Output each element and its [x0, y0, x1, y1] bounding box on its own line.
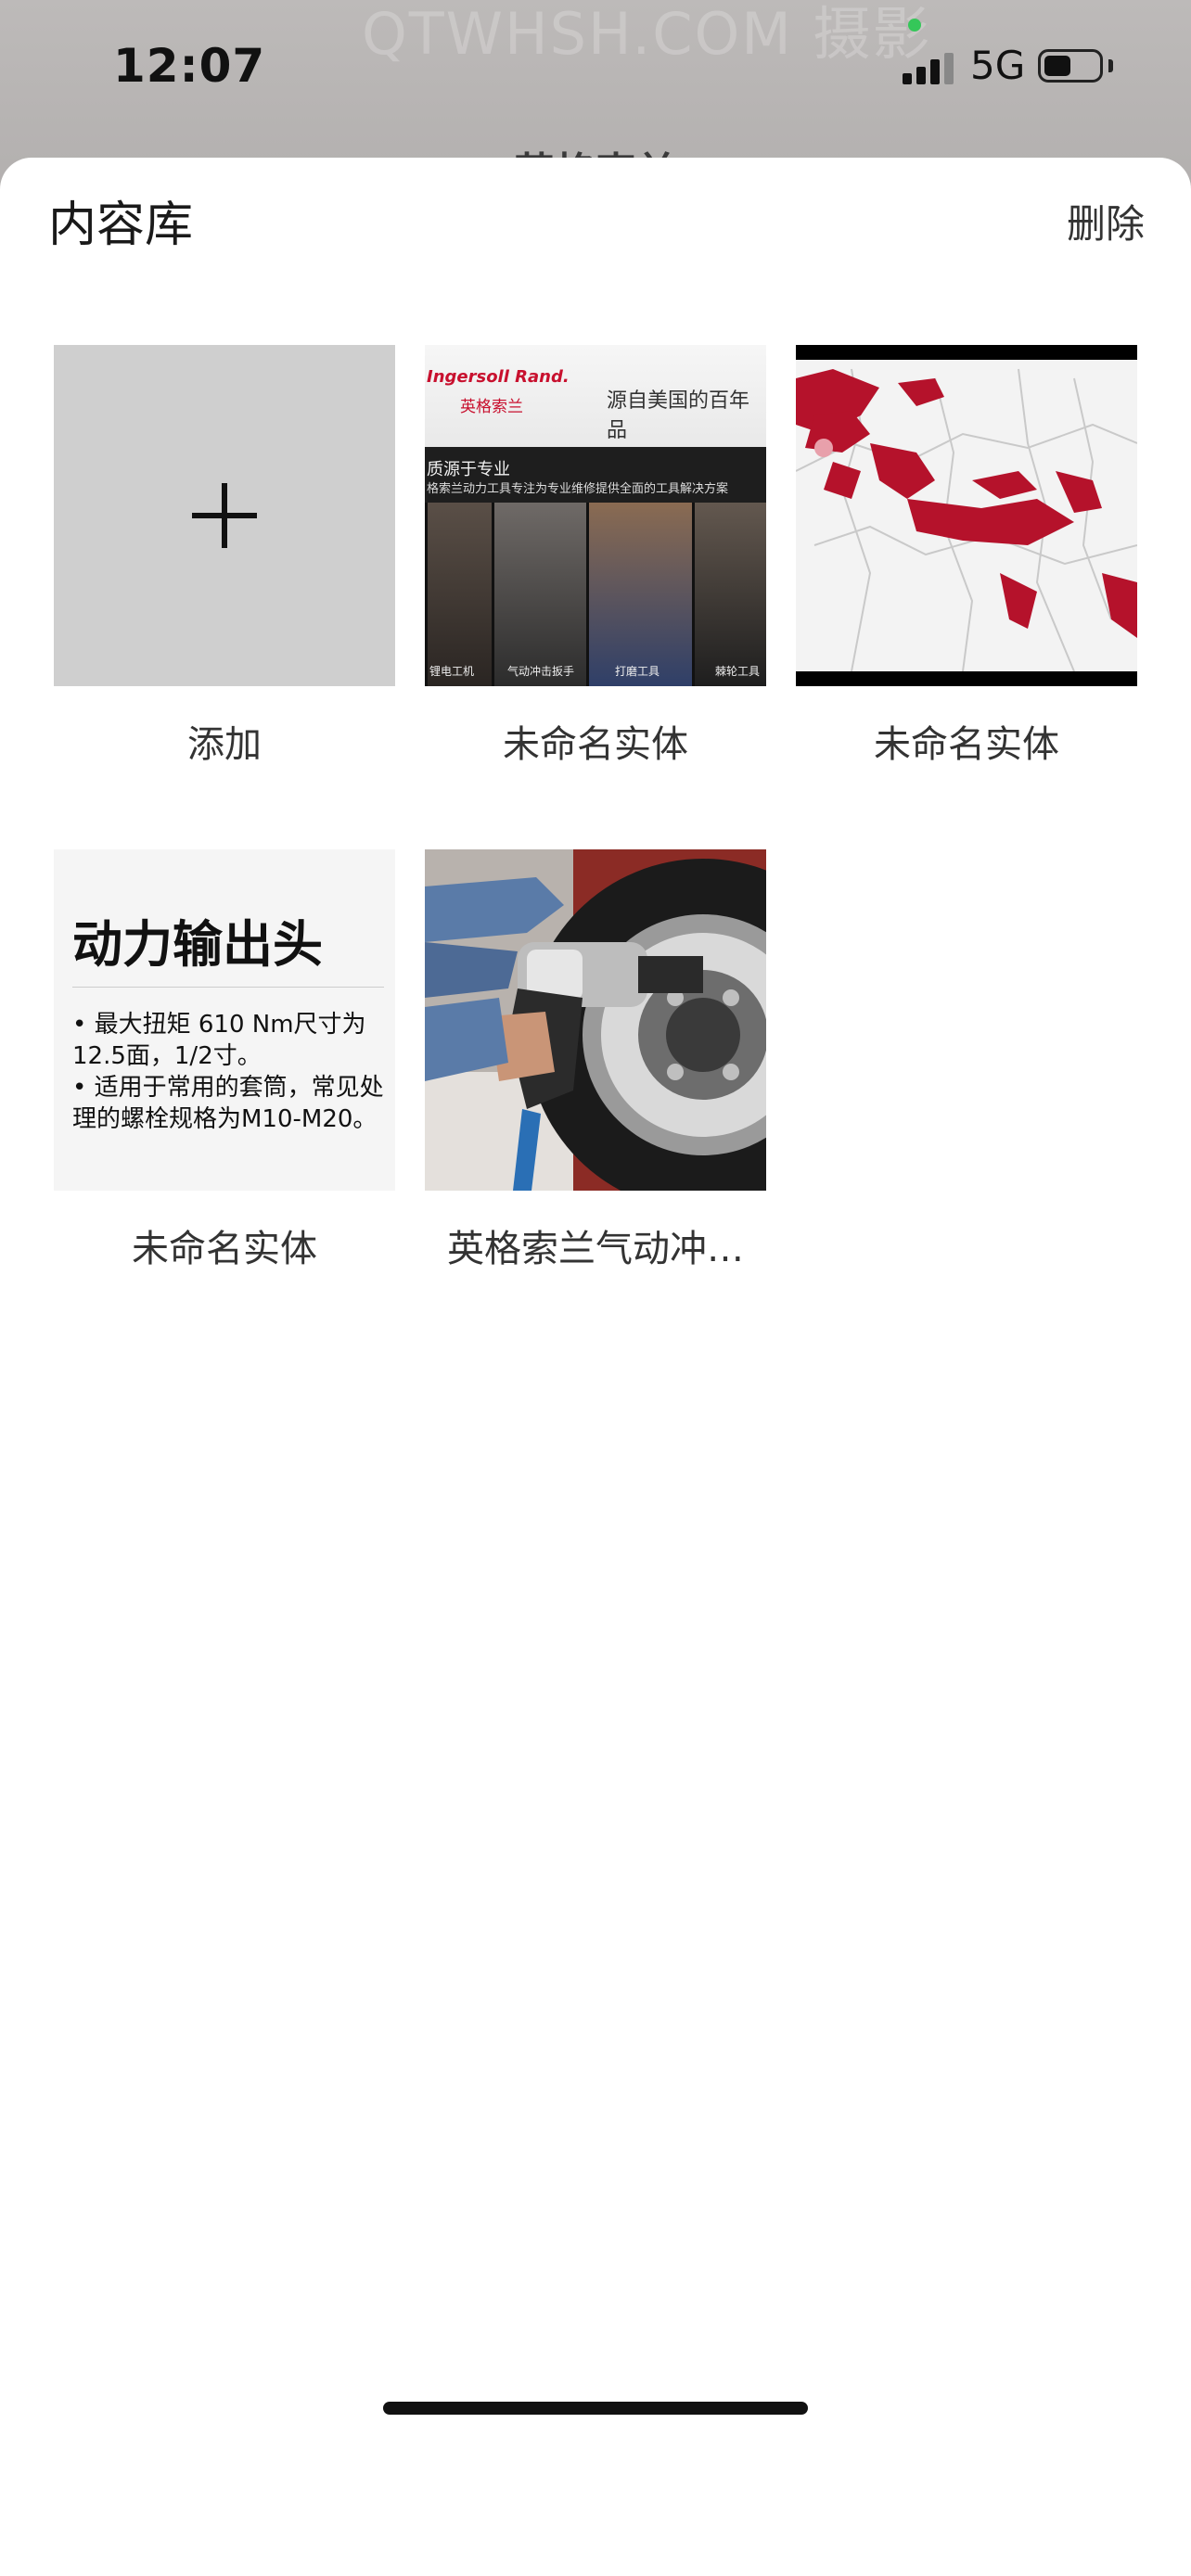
- privacy-indicator-dot: [908, 19, 921, 32]
- battery-tip: [1108, 59, 1113, 72]
- content-library-sheet: 内容库 删除 添加 Ingersoll Rand. 英格索兰 源自美国的百年品 …: [0, 158, 1191, 2576]
- text-card-thumbnail[interactable]: 动力输出头 • 最大扭矩 610 Nm尺寸为12.5面，1/2寸。 • 适用于常…: [54, 849, 395, 1191]
- card-divider: [72, 987, 384, 988]
- tile-caption: 未命名实体: [874, 723, 1059, 766]
- cellular-signal-icon: [903, 51, 956, 84]
- tile-caption: 添加: [187, 723, 262, 766]
- tool-photo-strip: 棘轮工具: [692, 503, 766, 686]
- tool-photo-strip: 打磨工具: [586, 503, 693, 686]
- tool-photo-strip: 锂电工机: [425, 503, 493, 686]
- content-tile[interactable]: 英格索兰气动冲…: [425, 849, 766, 1272]
- tile-caption: 英格索兰气动冲…: [447, 1228, 744, 1270]
- watermark: QTWHSH.COM 摄影: [362, 0, 932, 68]
- network-type: 5G: [970, 43, 1026, 88]
- wrench-photo: [425, 849, 766, 1191]
- add-thumbnail[interactable]: [54, 345, 395, 686]
- brand-heading: 质源于专业: [427, 460, 510, 479]
- brand-subheading: 格索兰动力工具专注为专业维修提供全面的工具解决方案: [427, 482, 729, 496]
- tool-photo-strip: 气动冲击扳手: [492, 503, 587, 686]
- content-tile[interactable]: Ingersoll Rand. 英格索兰 源自美国的百年品 质源于专业 格索兰动…: [425, 345, 766, 768]
- delete-button[interactable]: 删除: [1067, 193, 1145, 249]
- content-tile[interactable]: 未命名实体: [796, 345, 1137, 768]
- map-thumbnail[interactable]: [796, 345, 1137, 686]
- tile-caption: 未命名实体: [503, 723, 688, 766]
- status-time: 12:07: [113, 39, 266, 93]
- wrench-photo-thumbnail[interactable]: [425, 849, 766, 1191]
- tile-caption: 未命名实体: [132, 1228, 317, 1270]
- add-tile[interactable]: 添加: [54, 345, 395, 768]
- battery-icon: [1038, 49, 1103, 83]
- sheet-title: 内容库: [48, 198, 194, 253]
- content-tile[interactable]: 动力输出头 • 最大扭矩 610 Nm尺寸为12.5面，1/2寸。 • 适用于常…: [54, 849, 395, 1272]
- brand-thumbnail[interactable]: Ingersoll Rand. 英格索兰 源自美国的百年品 质源于专业 格索兰动…: [425, 345, 766, 686]
- brand-logo: Ingersoll Rand.: [427, 367, 570, 387]
- home-indicator[interactable]: [383, 2402, 808, 2415]
- card-title: 动力输出头: [72, 915, 323, 974]
- map-image: [796, 360, 1137, 671]
- card-body: • 最大扭矩 610 Nm尺寸为12.5面，1/2寸。 • 适用于常用的套筒，常…: [72, 1011, 384, 1133]
- brand-logo-cn: 英格索兰: [460, 398, 523, 416]
- brand-slogan: 源自美国的百年品: [607, 389, 750, 442]
